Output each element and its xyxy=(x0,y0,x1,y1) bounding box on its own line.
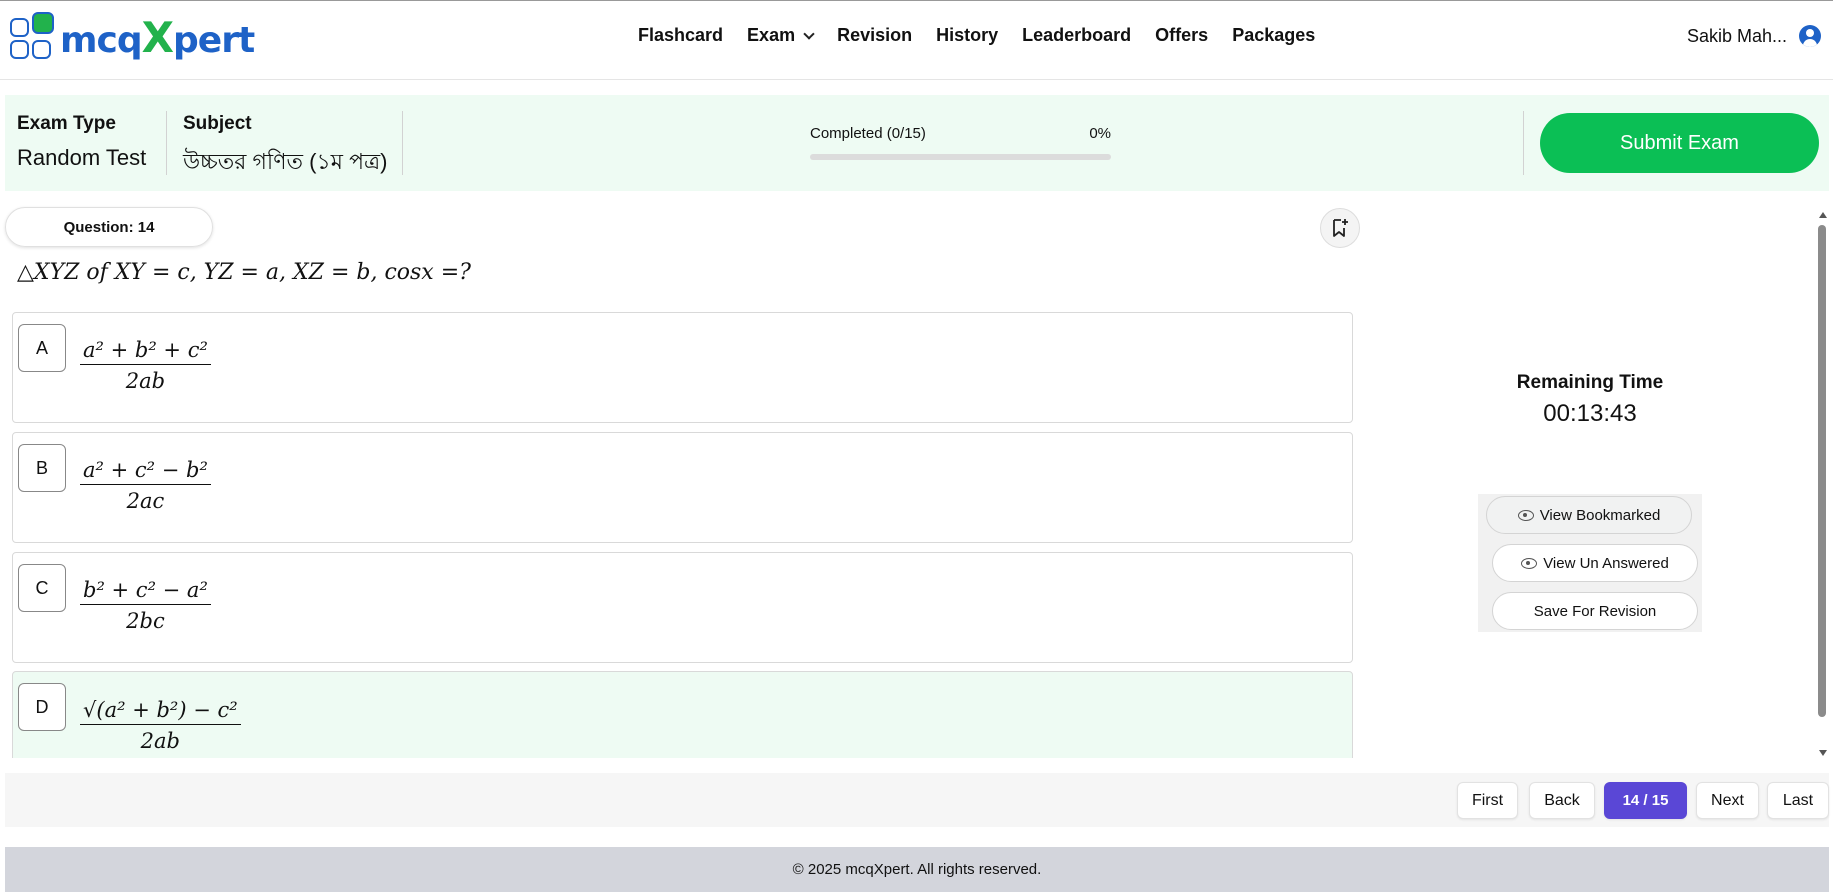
view-bookmarked-button[interactable]: View Bookmarked xyxy=(1486,496,1692,534)
progress-label: Completed (0/15) xyxy=(810,125,926,142)
top-navbar: mcqXpert Flashcard Exam Revision History… xyxy=(0,0,1833,80)
page-footer: © 2025 mcqXpert. All rights reserved. xyxy=(5,847,1829,892)
option-formula: b² + c² − a² 2bc xyxy=(80,578,211,633)
eye-icon xyxy=(1521,557,1538,569)
next-button[interactable]: Next xyxy=(1696,782,1759,819)
nav-exam-label: Exam xyxy=(747,25,796,45)
formula-numerator: a² + c² − b² xyxy=(80,458,211,485)
progress-percent: 0% xyxy=(1089,125,1111,142)
logo-mark-icon xyxy=(8,10,56,62)
nav-exam[interactable]: Exam xyxy=(747,25,815,46)
brand-logo[interactable]: mcqXpert xyxy=(8,9,255,62)
formula-denominator: 2ac xyxy=(126,489,165,513)
page-scrollbar[interactable] xyxy=(1816,210,1830,758)
nav-history[interactable]: History xyxy=(936,25,998,46)
question-text: △XYZ of XY = c, YZ = a, XZ = b, cosx =? xyxy=(17,260,471,285)
remaining-time-label: Remaining Time xyxy=(1516,372,1664,393)
option-d[interactable]: D √(a² + b²) − c² 2ab xyxy=(12,671,1353,758)
nav-revision[interactable]: Revision xyxy=(837,25,912,46)
divider xyxy=(166,111,167,175)
bookmark-add-icon xyxy=(1333,219,1348,237)
divider xyxy=(1523,111,1524,175)
exam-type-block: Exam Type Random Test xyxy=(17,113,146,171)
question-tools-panel: View Bookmarked View Un Answered Save Fo… xyxy=(1478,494,1702,632)
main-nav: Flashcard Exam Revision History Leaderbo… xyxy=(638,25,1339,46)
bookmark-button[interactable] xyxy=(1320,208,1360,248)
exam-type-label: Exam Type xyxy=(17,113,116,134)
option-letter: D xyxy=(18,683,66,731)
formula-numerator: b² + c² − a² xyxy=(80,578,211,605)
formula-numerator: √(a² + b²) − c² xyxy=(80,698,241,725)
question-area: Question: 14 △XYZ of XY = c, YZ = a, XZ … xyxy=(0,200,1833,758)
option-letter: A xyxy=(18,324,66,372)
eye-icon xyxy=(1517,509,1534,521)
nav-leaderboard[interactable]: Leaderboard xyxy=(1022,25,1131,46)
view-unanswered-button[interactable]: View Un Answered xyxy=(1492,544,1698,582)
remaining-time-value: 00:13:43 xyxy=(1543,400,1637,427)
subject-label: Subject xyxy=(183,113,252,134)
subject-value: উচ্চতর গণিত (১ম পত্র) xyxy=(183,149,388,174)
scroll-up-arrow-icon[interactable] xyxy=(1819,212,1827,218)
chevron-down-icon xyxy=(803,27,815,40)
option-formula: a² + c² − b² 2ac xyxy=(80,458,211,513)
nav-offers[interactable]: Offers xyxy=(1155,25,1208,46)
submit-exam-button[interactable]: Submit Exam xyxy=(1540,113,1819,173)
formula-denominator: 2ab xyxy=(140,729,180,753)
option-b[interactable]: B a² + c² − b² 2ac xyxy=(12,432,1353,543)
option-a[interactable]: A a² + b² + c² 2ab xyxy=(12,312,1353,423)
last-page-button[interactable]: Last xyxy=(1767,782,1829,819)
back-button[interactable]: Back xyxy=(1529,782,1595,819)
subject-block: Subject উচ্চতর গণিত (১ম পত্র) xyxy=(183,113,388,182)
copyright-text: © 2025 mcqXpert. All rights reserved. xyxy=(792,861,1042,878)
formula-denominator: 2bc xyxy=(126,609,165,633)
user-menu[interactable]: Sakib Mah... xyxy=(1687,25,1821,47)
nav-flashcard[interactable]: Flashcard xyxy=(638,25,723,46)
scrollbar-thumb[interactable] xyxy=(1818,225,1826,717)
brand-name: mcqXpert xyxy=(60,13,255,62)
progress-bar xyxy=(810,154,1111,160)
question-number-badge: Question: 14 xyxy=(5,207,213,247)
scroll-down-arrow-icon[interactable] xyxy=(1819,750,1827,756)
view-unanswered-label: View Un Answered xyxy=(1543,554,1669,572)
formula-denominator: 2ab xyxy=(125,369,166,393)
first-page-button[interactable]: First xyxy=(1457,782,1518,819)
option-letter: C xyxy=(18,564,66,612)
option-c[interactable]: C b² + c² − a² 2bc xyxy=(12,552,1353,663)
completion-progress: Completed (0/15) 0% xyxy=(810,125,1111,160)
nav-packages[interactable]: Packages xyxy=(1232,25,1315,46)
option-formula: a² + b² + c² 2ab xyxy=(80,338,211,393)
user-name: Sakib Mah... xyxy=(1686,25,1787,46)
option-formula: √(a² + b²) − c² 2ab xyxy=(80,698,241,753)
option-letter: B xyxy=(18,444,66,492)
formula-numerator: a² + b² + c² xyxy=(80,338,211,365)
exam-header: Exam Type Random Test Subject উচ্চতর গণি… xyxy=(5,95,1829,191)
save-for-revision-button[interactable]: Save For Revision xyxy=(1492,592,1698,630)
user-avatar-icon xyxy=(1799,25,1821,47)
exam-type-value: Random Test xyxy=(17,145,147,170)
question-pagination: First Back 14 / 15 Next Last xyxy=(5,773,1829,827)
view-bookmarked-label: View Bookmarked xyxy=(1539,506,1661,524)
divider xyxy=(402,111,403,175)
current-page-indicator[interactable]: 14 / 15 xyxy=(1604,782,1687,819)
